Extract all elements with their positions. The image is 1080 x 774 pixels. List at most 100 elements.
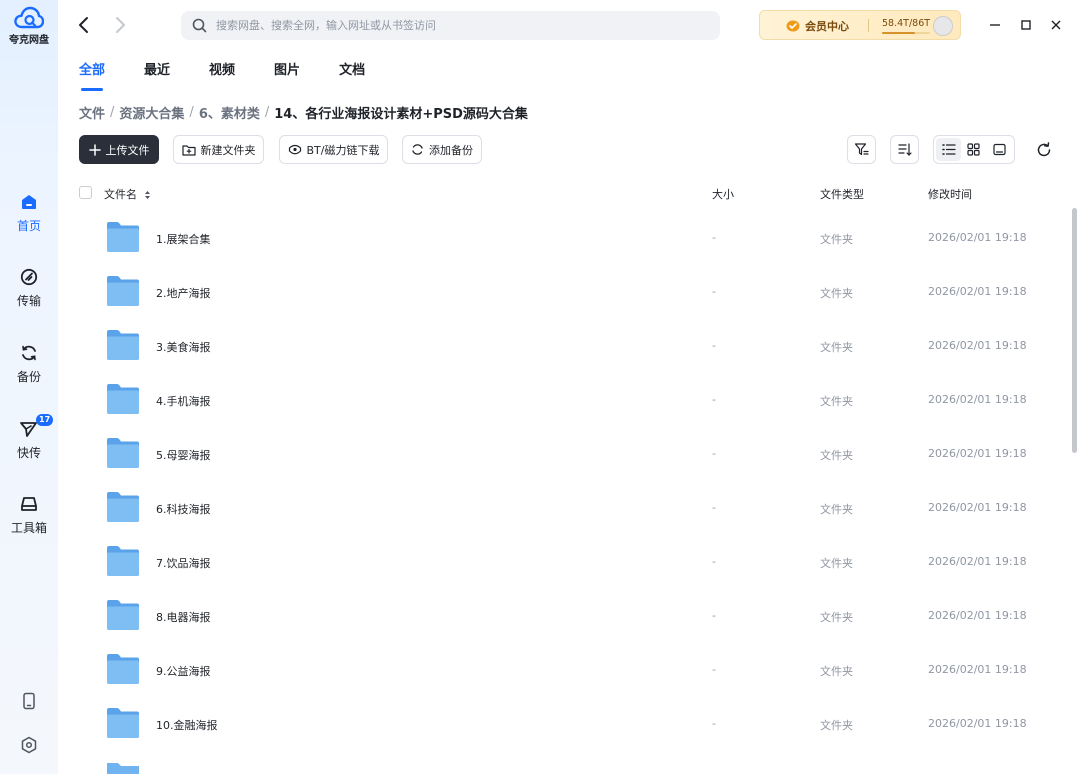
folder-icon	[107, 492, 139, 522]
send-count-badge: 17	[36, 414, 54, 426]
search-input[interactable]	[216, 19, 696, 32]
app-logo[interactable]: 夸克网盘	[0, 6, 58, 46]
folder-icon	[107, 708, 139, 738]
tab-all[interactable]: 全部	[79, 62, 105, 92]
folder-icon-wrap	[106, 329, 140, 365]
upload-label: 上传文件	[105, 143, 150, 157]
upload-button[interactable]: 上传文件	[79, 135, 159, 164]
column-header-type[interactable]: 文件类型	[820, 186, 864, 202]
file-name[interactable]: 7.饮品海报	[156, 555, 211, 571]
folder-icon	[107, 654, 139, 684]
search-bar[interactable]	[181, 11, 720, 40]
tab-video[interactable]: 视频	[209, 62, 235, 92]
file-name[interactable]: 8.电器海报	[156, 609, 211, 625]
tab-documents[interactable]: 文档	[339, 62, 365, 92]
sidebar-item-label: 首页	[16, 219, 41, 233]
tab-images[interactable]: 图片	[274, 62, 300, 92]
file-list-header: 文件名 大小 文件类型 修改时间	[79, 183, 1059, 205]
table-row[interactable]: 8.电器海报 - 文件夹 2026/02/01 19:18	[79, 589, 1059, 643]
table-row[interactable]: 2.地产海报 - 文件夹 2026/02/01 19:18	[79, 265, 1059, 319]
file-modified: 2026/02/01 19:18	[928, 285, 1027, 298]
tab-recent[interactable]: 最近	[144, 62, 170, 92]
scrollbar[interactable]	[1072, 208, 1077, 453]
file-size: -	[712, 717, 716, 730]
folder-icon	[107, 546, 139, 576]
phone-button[interactable]	[0, 692, 58, 710]
file-name[interactable]: 4.手机海报	[156, 393, 211, 409]
sidebar-item-toolbox[interactable]: 工具箱	[0, 495, 58, 536]
file-size: -	[712, 339, 716, 352]
file-type: 文件夹	[820, 449, 853, 462]
file-name[interactable]: 10.金融海报	[156, 717, 218, 733]
file-size: -	[712, 663, 716, 676]
table-row[interactable]: 4.手机海报 - 文件夹 2026/02/01 19:18	[79, 373, 1059, 427]
sidebar-item-label: 备份	[16, 370, 41, 384]
sidebar-item-backup[interactable]: 备份	[0, 344, 58, 385]
sidebar-item-label: 传输	[16, 294, 41, 308]
new-folder-label: 新建文件夹	[200, 143, 256, 157]
file-size: -	[712, 501, 716, 514]
sidebar: 夸克网盘 首页 传输 备份 17 快传 工具箱	[0, 0, 58, 774]
breadcrumb-separator: /	[189, 105, 194, 120]
sidebar-item-send[interactable]: 17 快传	[0, 414, 58, 461]
vip-divider	[868, 19, 869, 32]
table-row[interactable]: 6.科技海报 - 文件夹 2026/02/01 19:18	[79, 481, 1059, 535]
list-view-button[interactable]	[936, 138, 962, 161]
file-modified: 2026/02/01 19:18	[928, 447, 1027, 460]
back-arrow-icon[interactable]	[74, 14, 94, 36]
file-type: 文件夹	[820, 233, 853, 246]
table-row[interactable]: 9.公益海报 - 文件夹 2026/02/01 19:18	[79, 643, 1059, 697]
file-type: 文件夹	[820, 719, 853, 732]
sort-toggle-icon	[144, 191, 150, 199]
refresh-icon[interactable]	[1033, 140, 1055, 160]
avatar[interactable]	[933, 16, 953, 36]
breadcrumb-separator: /	[264, 105, 270, 120]
table-row[interactable]: 7.饮品海报 - 文件夹 2026/02/01 19:18	[79, 535, 1059, 589]
breadcrumb-item[interactable]: 文件	[79, 103, 105, 122]
folder-icon-wrap	[106, 383, 140, 419]
phone-icon	[23, 692, 35, 710]
filter-button[interactable]	[847, 135, 876, 164]
file-name[interactable]: 9.公益海报	[156, 663, 211, 679]
breadcrumb-item[interactable]: 资源大合集	[119, 103, 184, 122]
sort-button[interactable]	[890, 135, 919, 164]
list-view-icon	[941, 144, 956, 155]
column-header-size[interactable]: 大小	[712, 186, 734, 202]
table-row[interactable]: 3.美食海报 - 文件夹 2026/02/01 19:18	[79, 319, 1059, 373]
file-type: 文件夹	[820, 287, 853, 300]
forward-arrow-icon[interactable]	[110, 14, 130, 36]
folder-icon-wrap	[106, 275, 140, 311]
vip-center-button[interactable]: 会员中心 58.4T/86T	[759, 10, 961, 40]
table-row[interactable]: 10.金融海报 - 文件夹 2026/02/01 19:18	[79, 697, 1059, 751]
sidebar-item-transfer[interactable]: 传输	[0, 268, 58, 309]
file-modified: 2026/02/01 19:18	[928, 231, 1027, 244]
file-size: -	[712, 555, 716, 568]
folder-icon	[107, 276, 139, 306]
column-header-name[interactable]: 文件名	[104, 186, 151, 202]
maximize-icon[interactable]	[1016, 15, 1036, 35]
add-backup-button[interactable]: 添加备份	[402, 135, 482, 164]
file-name[interactable]: 5.母婴海报	[156, 447, 211, 463]
file-name[interactable]: 3.美食海报	[156, 339, 211, 355]
new-folder-button[interactable]: 新建文件夹	[173, 135, 264, 164]
close-icon[interactable]	[1046, 15, 1066, 35]
grid-view-button[interactable]	[961, 138, 986, 161]
file-modified: 2026/02/01 19:18	[928, 339, 1027, 352]
folder-icon-wrap	[106, 599, 140, 635]
settings-button[interactable]	[0, 736, 58, 754]
table-row[interactable]: 1.展架合集 - 文件夹 2026/02/01 19:18	[79, 211, 1059, 265]
column-header-modified[interactable]: 修改时间	[928, 186, 972, 202]
home-icon	[22, 195, 36, 209]
file-name[interactable]: 2.地产海报	[156, 285, 211, 301]
bt-download-button[interactable]: BT/磁力链下载	[279, 135, 388, 164]
select-all-checkbox[interactable]	[79, 186, 92, 199]
file-name[interactable]: 6.科技海报	[156, 501, 211, 517]
table-row[interactable]: 5.母婴海报 - 文件夹 2026/02/01 19:18	[79, 427, 1059, 481]
preview-view-button[interactable]	[987, 138, 1012, 161]
minimize-icon[interactable]	[985, 15, 1005, 35]
column-header-label: 文件名	[104, 188, 137, 201]
breadcrumb-item[interactable]: 6、素材类	[199, 103, 260, 122]
file-name[interactable]: 1.展架合集	[156, 231, 211, 247]
sidebar-item-home[interactable]: 首页	[0, 193, 58, 234]
storage-progress	[882, 32, 930, 34]
